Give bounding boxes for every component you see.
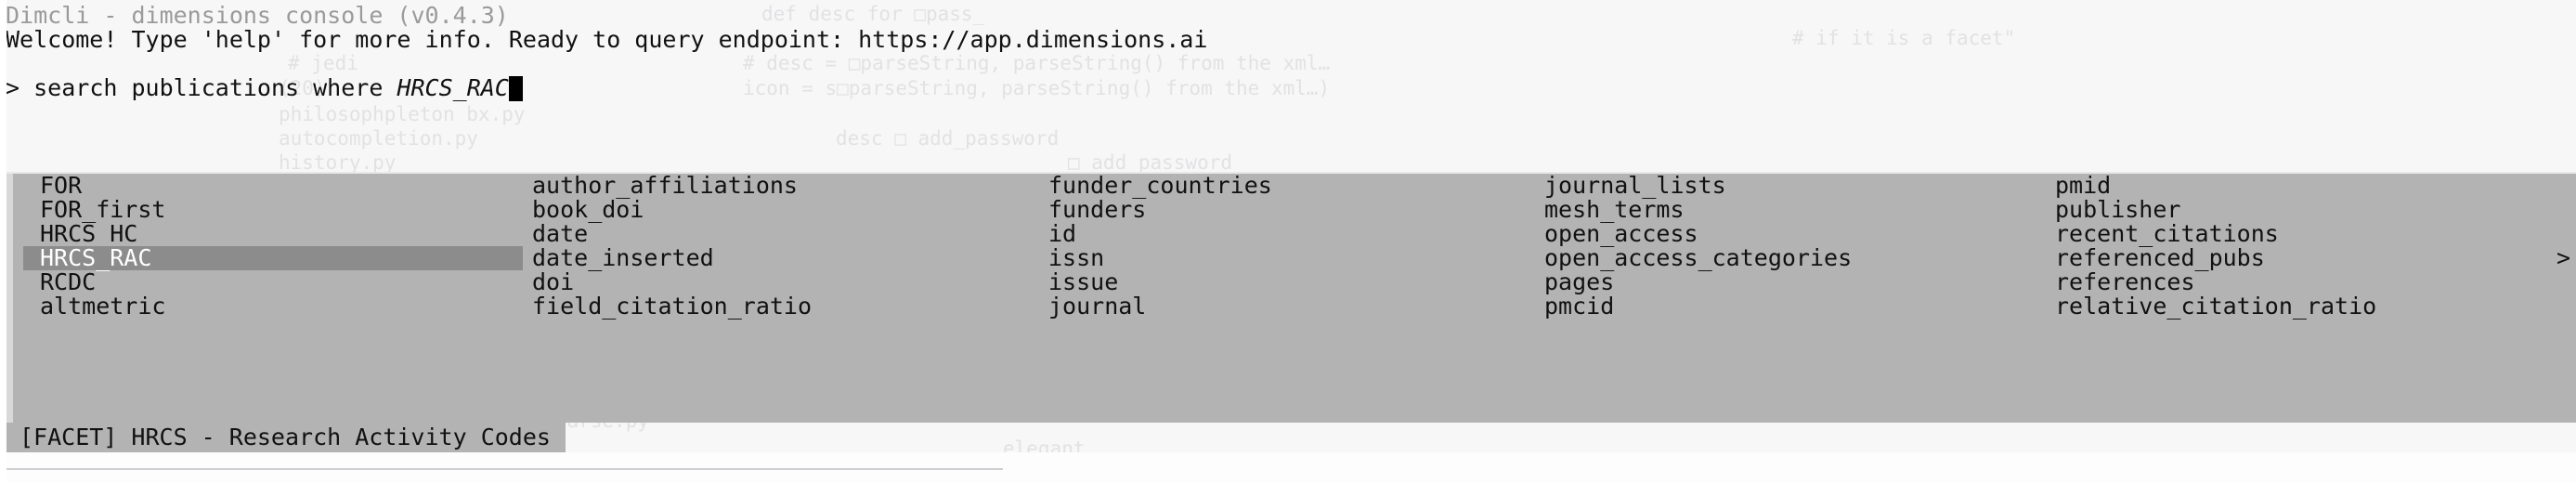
ghost-text: # desc = □parseString, parseString() fro…	[743, 52, 1331, 74]
menu-item[interactable]: book_doi	[515, 198, 1024, 222]
menu-item[interactable]: HRCS_HC	[23, 222, 523, 246]
autocomplete-menu[interactable]: FOR FOR_first HRCS_HC HRCS_RAC RCDC altmetric…	[7, 174, 2576, 423]
scroll-more-icon[interactable]: >	[2556, 246, 2570, 270]
menu-column: author_affiliations book_doi date date_inse…	[515, 174, 1024, 319]
menu-item[interactable]: issn	[1032, 246, 1524, 270]
typed-token: HRCS_RAC	[397, 74, 509, 101]
menu-column: pmid publisher recent_citations referenced_…	[2038, 174, 2558, 319]
menu-item[interactable]: FOR	[23, 174, 523, 198]
menu-item[interactable]: RCDC	[23, 270, 523, 294]
command-text: search publications where	[33, 74, 397, 101]
menu-item[interactable]: funder_countries	[1032, 174, 1524, 198]
menu-item[interactable]: altmetric	[23, 294, 523, 319]
menu-item[interactable]: journal_lists	[1528, 174, 2036, 198]
welcome-message: Welcome! Type 'help' for more info. Read…	[6, 26, 1208, 53]
prompt-symbol: >	[6, 74, 34, 101]
menu-item[interactable]: field_citation_ratio	[515, 294, 1024, 319]
menu-item[interactable]: pages	[1528, 270, 2036, 294]
menu-item[interactable]: id	[1032, 222, 1524, 246]
menu-item[interactable]: referenced_pubs	[2038, 246, 2558, 270]
ghost-text: philosophpleton bx.py	[279, 103, 526, 125]
menu-column: funder_countries funders id issn issue journa…	[1032, 174, 1524, 319]
menu-item[interactable]: date_inserted	[515, 246, 1024, 270]
ghost-text: def desc for □pass_	[761, 3, 985, 25]
menu-item[interactable]: publisher	[2038, 198, 2558, 222]
menu-item[interactable]: pmcid	[1528, 294, 2036, 319]
ghost-text: desc □ add_password	[836, 127, 1060, 150]
menu-item[interactable]: date	[515, 222, 1024, 246]
menu-item[interactable]: open_access_categories	[1528, 246, 2036, 270]
menu-columns: FOR FOR_first HRCS_HC HRCS_RAC RCDC altmetric…	[7, 174, 2576, 423]
menu-item[interactable]: journal	[1032, 294, 1524, 319]
menu-item[interactable]: FOR_first	[23, 198, 523, 222]
menu-item[interactable]: open_access	[1528, 222, 2036, 246]
menu-item[interactable]: mesh_terms	[1528, 198, 2036, 222]
app-banner: Dimcli - dimensions console (v0.4.3)	[6, 2, 509, 29]
menu-item[interactable]: HRCS_RAC	[23, 246, 523, 270]
menu-column: FOR FOR_first HRCS_HC HRCS_RAC RCDC altmetric	[23, 174, 523, 319]
ghost-text: # if it is a facet"	[1792, 27, 2016, 49]
menu-column: journal_lists mesh_terms open_access open_a…	[1528, 174, 2036, 319]
menu-item[interactable]: author_affiliations	[515, 174, 1024, 198]
ghost-text: icon = s□parseString, parseString() from…	[743, 77, 1331, 99]
prompt-line[interactable]: > search publications where HRCS_RAC	[6, 76, 523, 101]
menu-item[interactable]: issue	[1032, 270, 1524, 294]
ghost-text: # jedi	[288, 52, 358, 74]
menu-item[interactable]: references	[2038, 270, 2558, 294]
facet-status-text: [FACET] HRCS - Research Activity Codes	[20, 424, 551, 450]
menu-item[interactable]: pmid	[2038, 174, 2558, 198]
menu-item[interactable]: funders	[1032, 198, 1524, 222]
menu-item[interactable]: relative_citation_ratio	[2038, 294, 2558, 319]
menu-item[interactable]: doi	[515, 270, 1024, 294]
menu-item[interactable]: recent_citations	[2038, 222, 2558, 246]
status-bar: [FACET] HRCS - Research Activity Codes	[7, 423, 566, 452]
terminal-window: def desc for □pass_ # if it is a facet" # …	[0, 0, 2576, 483]
ghost-text: autocompletion.py	[279, 127, 478, 150]
text-cursor	[508, 76, 523, 101]
window-left-gutter	[0, 0, 7, 483]
bottom-divider	[0, 468, 1003, 470]
